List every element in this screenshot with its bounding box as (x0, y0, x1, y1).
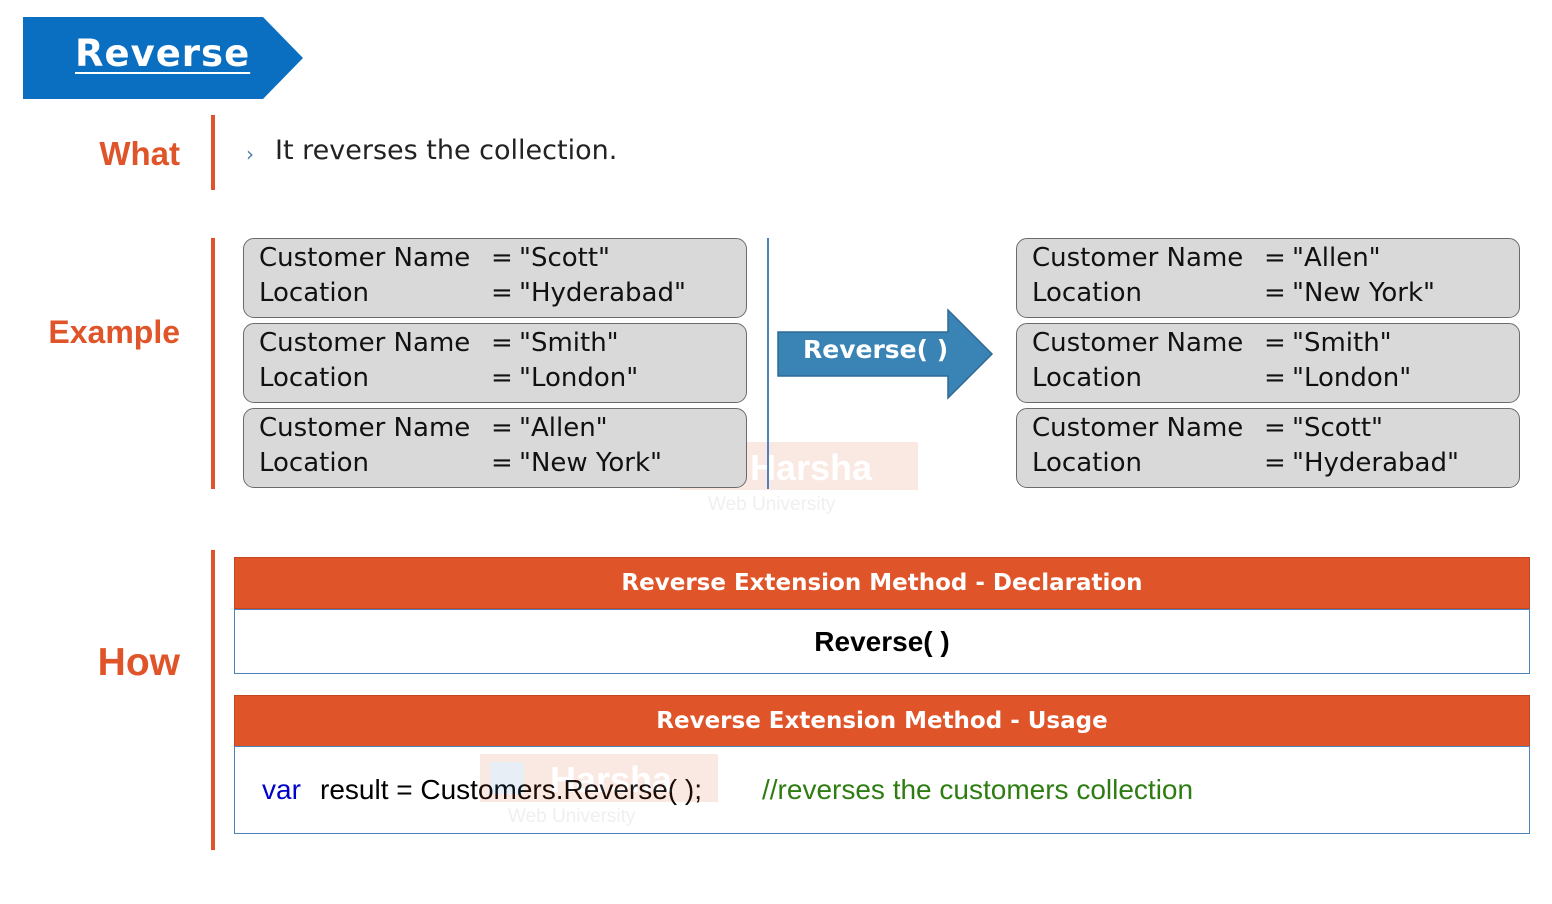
center-divider (767, 238, 769, 489)
location-value: "New York" (519, 448, 662, 478)
equals-sign: = (1264, 243, 1286, 273)
field-label: Location (1032, 363, 1142, 393)
section-divider-what (211, 115, 215, 190)
field-label: Customer Name (1032, 328, 1244, 358)
arrow-label: Reverse( ) (803, 335, 949, 364)
location-value: "London" (519, 363, 639, 393)
declaration-code: Reverse( ) (814, 626, 950, 657)
customer-name-value: "Scott" (519, 243, 611, 273)
after-card-1: Customer Name = "Allen" Location = "New York… (1016, 238, 1520, 318)
customer-name-value: "Smith" (519, 328, 619, 358)
before-card-1: Customer Name = "Scott" Location = "Hyderaba… (243, 238, 747, 318)
field-label: Customer Name (259, 413, 471, 443)
field-label: Location (259, 448, 369, 478)
customer-name-value: "Smith" (1292, 328, 1392, 358)
equals-sign: = (491, 328, 513, 358)
section-label-example: Example (48, 314, 180, 350)
code-comment: //reverses the customers collection (762, 774, 1194, 805)
field-label: Location (259, 278, 369, 308)
equals-sign: = (1264, 413, 1286, 443)
equals-sign: = (1264, 363, 1286, 393)
customer-name-value: "Allen" (519, 413, 608, 443)
code-keyword: var (262, 774, 301, 805)
section-divider-example (211, 238, 215, 489)
watermark-sub: Web University (708, 494, 836, 514)
watermark-brand: Harsha (550, 759, 673, 800)
equals-sign: = (491, 278, 513, 308)
location-value: "Hyderabad" (1292, 448, 1459, 478)
equals-sign: = (491, 243, 513, 273)
before-card-2: Customer Name = "Smith" Location = "London" (243, 323, 747, 403)
field-label: Location (259, 363, 369, 393)
field-label: Customer Name (1032, 413, 1244, 443)
declaration-body: Reverse( ) (234, 609, 1530, 674)
equals-sign: = (491, 413, 513, 443)
chevron-right-icon: › (246, 142, 254, 166)
customer-name-value: "Allen" (1292, 243, 1381, 273)
page-title: Reverse (75, 32, 251, 75)
field-label: Location (1032, 278, 1142, 308)
equals-sign: = (1264, 328, 1286, 358)
location-value: "Hyderabad" (519, 278, 686, 308)
usage-header: Reverse Extension Method - Usage (234, 695, 1530, 747)
field-label: Location (1032, 448, 1142, 478)
location-value: "New York" (1292, 278, 1435, 308)
field-label: Customer Name (259, 328, 471, 358)
usage-body: var result = Customers.Reverse( ); //rev… (234, 746, 1530, 834)
declaration-header: Reverse Extension Method - Declaration (234, 557, 1530, 609)
section-divider-how (211, 550, 215, 850)
watermark-logo: Harsha Web University (480, 754, 718, 826)
customer-name-value: "Scott" (1292, 413, 1384, 443)
section-label-how: How (97, 641, 180, 684)
equals-sign: = (1264, 278, 1286, 308)
section-label-what: What (99, 135, 180, 172)
watermark-sub: Web University (508, 806, 636, 826)
field-label: Customer Name (259, 243, 471, 273)
after-card-3: Customer Name = "Scott" Location = "Hyderaba… (1016, 408, 1520, 488)
field-label: Customer Name (1032, 243, 1244, 273)
equals-sign: = (1264, 448, 1286, 478)
location-value: "London" (1292, 363, 1412, 393)
what-description: It reverses the collection. (275, 135, 618, 166)
equals-sign: = (491, 448, 513, 478)
before-card-3: Customer Name = "Allen" Location = "New York… (243, 408, 747, 488)
equals-sign: = (491, 363, 513, 393)
after-card-2: Customer Name = "Smith" Location = "London" (1016, 323, 1520, 403)
